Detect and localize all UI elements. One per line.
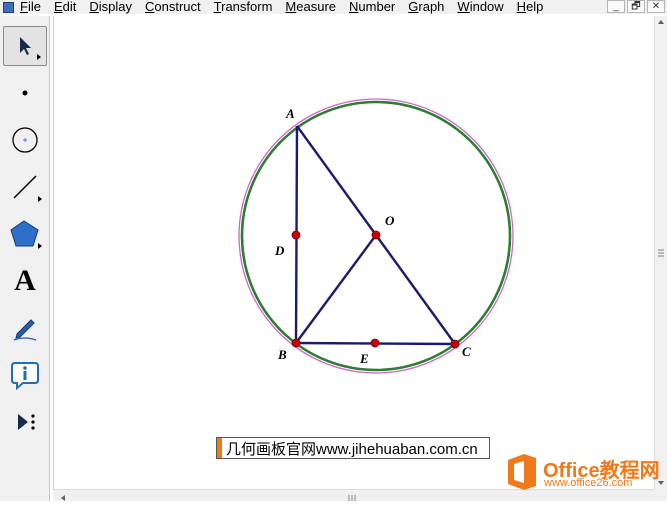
watermark-banner: 几何画板官网www.jihehuaban.com.cn bbox=[216, 437, 490, 459]
point-E[interactable] bbox=[370, 338, 380, 348]
sketch-canvas[interactable]: A D O B E C bbox=[53, 16, 655, 489]
minimize-button[interactable]: _ bbox=[607, 0, 625, 13]
horizontal-scrollbar-arrows bbox=[61, 495, 356, 501]
compass-tool[interactable] bbox=[3, 120, 47, 160]
marker-tool[interactable] bbox=[3, 308, 47, 348]
label-B[interactable]: B bbox=[277, 347, 287, 362]
segment-icon bbox=[13, 175, 37, 199]
menu-transform[interactable]: Transform bbox=[214, 0, 273, 14]
tool-more-indicator bbox=[38, 196, 42, 202]
custom-tool-icon bbox=[18, 414, 35, 430]
menu-measure[interactable]: Measure bbox=[285, 0, 336, 14]
restore-button[interactable]: 🗗 bbox=[627, 0, 645, 13]
text-tool-icon: A bbox=[14, 264, 36, 297]
menu-number[interactable]: Number bbox=[349, 0, 395, 14]
geometry-figure: A D O B E C bbox=[238, 98, 514, 374]
tool-more-indicator bbox=[37, 54, 41, 60]
vertical-scrollbar[interactable] bbox=[654, 16, 667, 489]
vertical-scrollbar-arrows bbox=[658, 20, 664, 485]
menu-display[interactable]: Display bbox=[89, 0, 132, 14]
menu-edit[interactable]: Edit bbox=[54, 0, 76, 14]
info-icon bbox=[11, 362, 39, 390]
arrow-icon bbox=[20, 37, 31, 55]
menu-help[interactable]: Help bbox=[517, 0, 544, 14]
information-tool[interactable] bbox=[3, 355, 47, 395]
label-A[interactable]: A bbox=[285, 106, 295, 121]
label-O[interactable]: O bbox=[385, 213, 395, 228]
close-button[interactable]: ✕ bbox=[647, 0, 665, 13]
logo-url: www.office26.com bbox=[544, 477, 633, 489]
straightedge-tool[interactable] bbox=[3, 167, 47, 207]
menu-file[interactable]: File bbox=[20, 0, 41, 14]
window-controls: _ 🗗 ✕ bbox=[605, 0, 665, 13]
polygon-tool[interactable] bbox=[3, 214, 47, 254]
point-icon bbox=[22, 90, 28, 96]
menu-window[interactable]: Window bbox=[457, 0, 503, 14]
app-icon[interactable] bbox=[3, 1, 14, 13]
custom-tool[interactable] bbox=[3, 402, 47, 442]
watermark-text: 几何画板官网www.jihehuaban.com.cn bbox=[226, 440, 478, 458]
label-C[interactable]: C bbox=[462, 344, 471, 359]
point-B[interactable] bbox=[291, 338, 301, 348]
watermark-accent bbox=[217, 438, 222, 458]
segment-BO[interactable] bbox=[295, 234, 377, 344]
office-logo-icon bbox=[508, 454, 536, 490]
point-C[interactable] bbox=[450, 339, 460, 349]
tool-more-indicator bbox=[38, 243, 42, 249]
text-tool[interactable]: A bbox=[3, 261, 47, 301]
menu-bar: File Edit Display Construct Transform Me… bbox=[0, 0, 667, 14]
menu-graph[interactable]: Graph bbox=[408, 0, 444, 14]
tool-palette: A bbox=[0, 16, 50, 501]
office26-logo: Office教程网 www.office26.com bbox=[500, 452, 667, 492]
polygon-icon bbox=[10, 220, 39, 247]
point-O[interactable] bbox=[371, 230, 381, 240]
label-D[interactable]: D bbox=[274, 243, 285, 258]
compass-circle-icon bbox=[12, 127, 38, 153]
marker-pen-icon bbox=[13, 319, 37, 341]
arrow-tool[interactable] bbox=[3, 26, 47, 66]
label-E[interactable]: E bbox=[359, 351, 369, 366]
point-D[interactable] bbox=[291, 230, 301, 240]
menu-construct[interactable]: Construct bbox=[145, 0, 201, 14]
point-tool[interactable] bbox=[3, 73, 47, 113]
